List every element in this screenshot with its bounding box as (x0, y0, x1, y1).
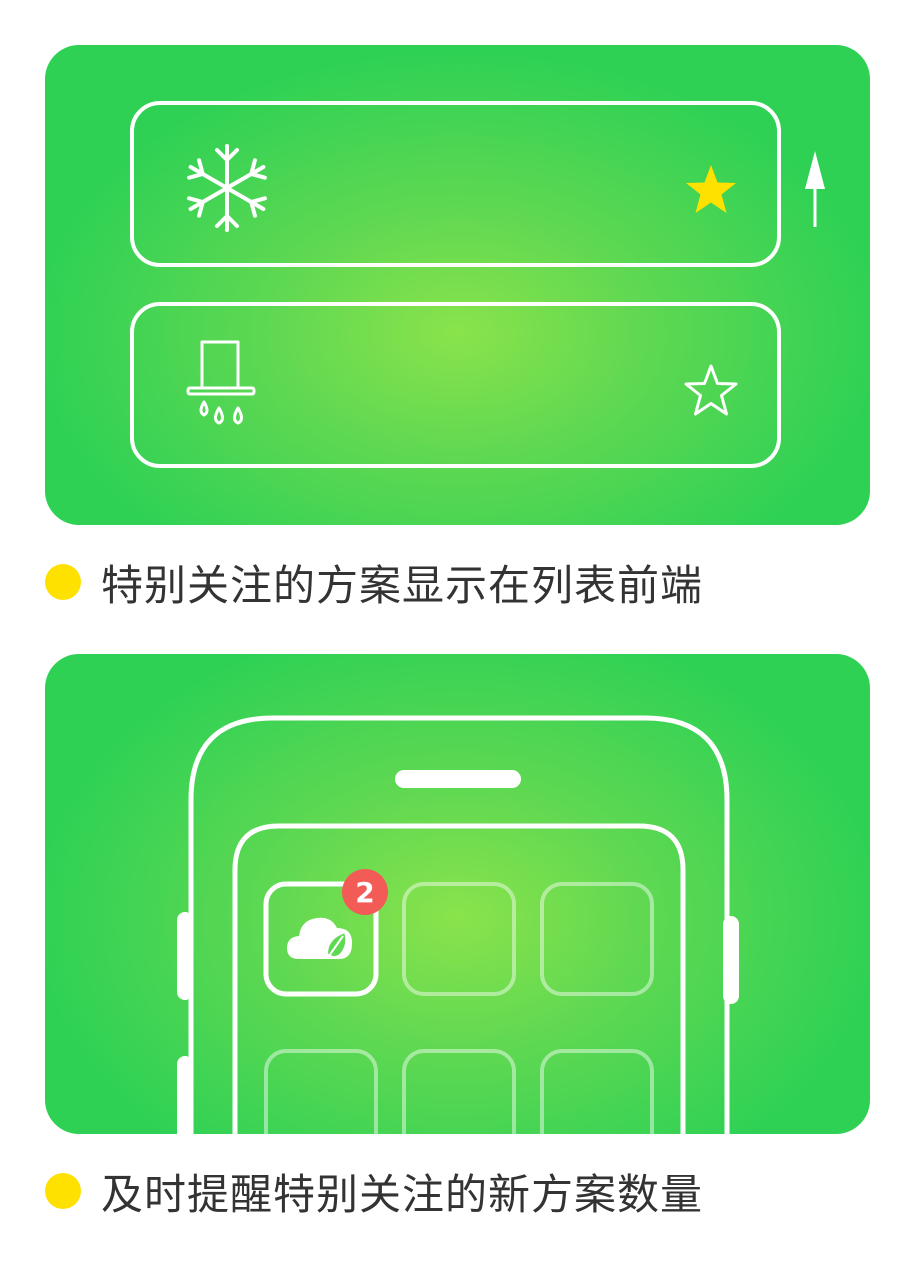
bullet-dot (45, 564, 81, 600)
phone-outline (177, 715, 739, 1134)
feature-caption-favorites: 特别关注的方案显示在列表前端 (45, 557, 703, 610)
range-hood-icon (186, 340, 256, 444)
favorites-illustration-panel (45, 45, 870, 525)
up-arrow-icon (803, 149, 827, 233)
snowflake-icon (182, 143, 272, 237)
favorite-card-range-hood (130, 302, 781, 468)
caption-text: 及时提醒特别关注的新方案数量 (101, 1169, 704, 1219)
badge-illustration-panel: 2 (45, 654, 870, 1134)
star-filled-icon[interactable] (683, 163, 739, 221)
favorite-card-snowflake (130, 101, 781, 267)
bullet-dot (45, 1173, 81, 1209)
caption-text: 特别关注的方案显示在列表前端 (101, 560, 704, 610)
star-outline-icon[interactable] (683, 364, 739, 422)
cloud-leaf-icon (287, 917, 353, 959)
feature-caption-badge: 及时提醒特别关注的新方案数量 (45, 1166, 703, 1219)
notification-badge: 2 (342, 869, 388, 915)
